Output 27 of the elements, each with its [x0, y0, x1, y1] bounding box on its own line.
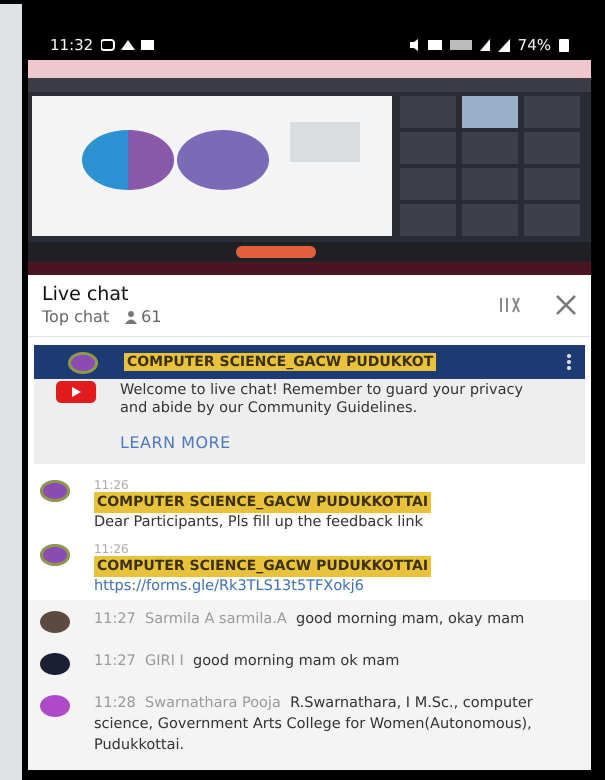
- chat-mode[interactable]: Top chat: [42, 307, 110, 326]
- close-icon[interactable]: [555, 294, 577, 316]
- play-logo-icon: [56, 381, 96, 403]
- chat-title: Live chat: [42, 283, 130, 305]
- notification-icons: [101, 38, 156, 52]
- person-icon: [125, 310, 138, 324]
- message-time: 11:26: [94, 542, 129, 556]
- status-time: 11:32: [50, 36, 94, 54]
- more-icon[interactable]: [567, 353, 571, 371]
- battery-icon: [559, 38, 569, 52]
- chat-message: 11:27 GIRI I good morning mam ok mam: [94, 652, 400, 671]
- mute-icon: [410, 38, 420, 52]
- message-text: Dear Participants, Pls fill up the feedback link: [94, 513, 423, 532]
- message-time: 11:26: [94, 478, 129, 492]
- battery-percentage: 74%: [518, 36, 551, 54]
- signal-icon: [498, 38, 510, 52]
- author-name: COMPUTER SCIENCE_GACW PUDUKKOTTAI: [94, 556, 432, 577]
- avatar: [68, 352, 98, 374]
- chat-message: 11:27 Sarmila A sarmila.A good morning mam, okay mam: [94, 610, 524, 629]
- welcome-text: Welcome to live chat! Remember to guard your privacy and abide by our Community Guidelines.: [120, 381, 524, 417]
- learn-more-link[interactable]: LEARN MORE: [120, 433, 530, 452]
- message-link[interactable]: https://forms.gle/Rk3TLS13t5TFXokj6: [94, 577, 364, 596]
- chat-message: 11:28 Swarnathara Pooja R.Swarnathara, I M.Sc., computer science, Government Arts College for Women(Autonomous), Pudukkottai.: [94, 694, 534, 755]
- author-name: COMPUTER SCIENCE_GACW PUDUKKOT: [124, 353, 436, 371]
- viewer-count: 61: [141, 307, 162, 326]
- author-name: COMPUTER SCIENCE_GACW PUDUKKOTTAI: [94, 492, 432, 513]
- signal-icon: [480, 39, 490, 51]
